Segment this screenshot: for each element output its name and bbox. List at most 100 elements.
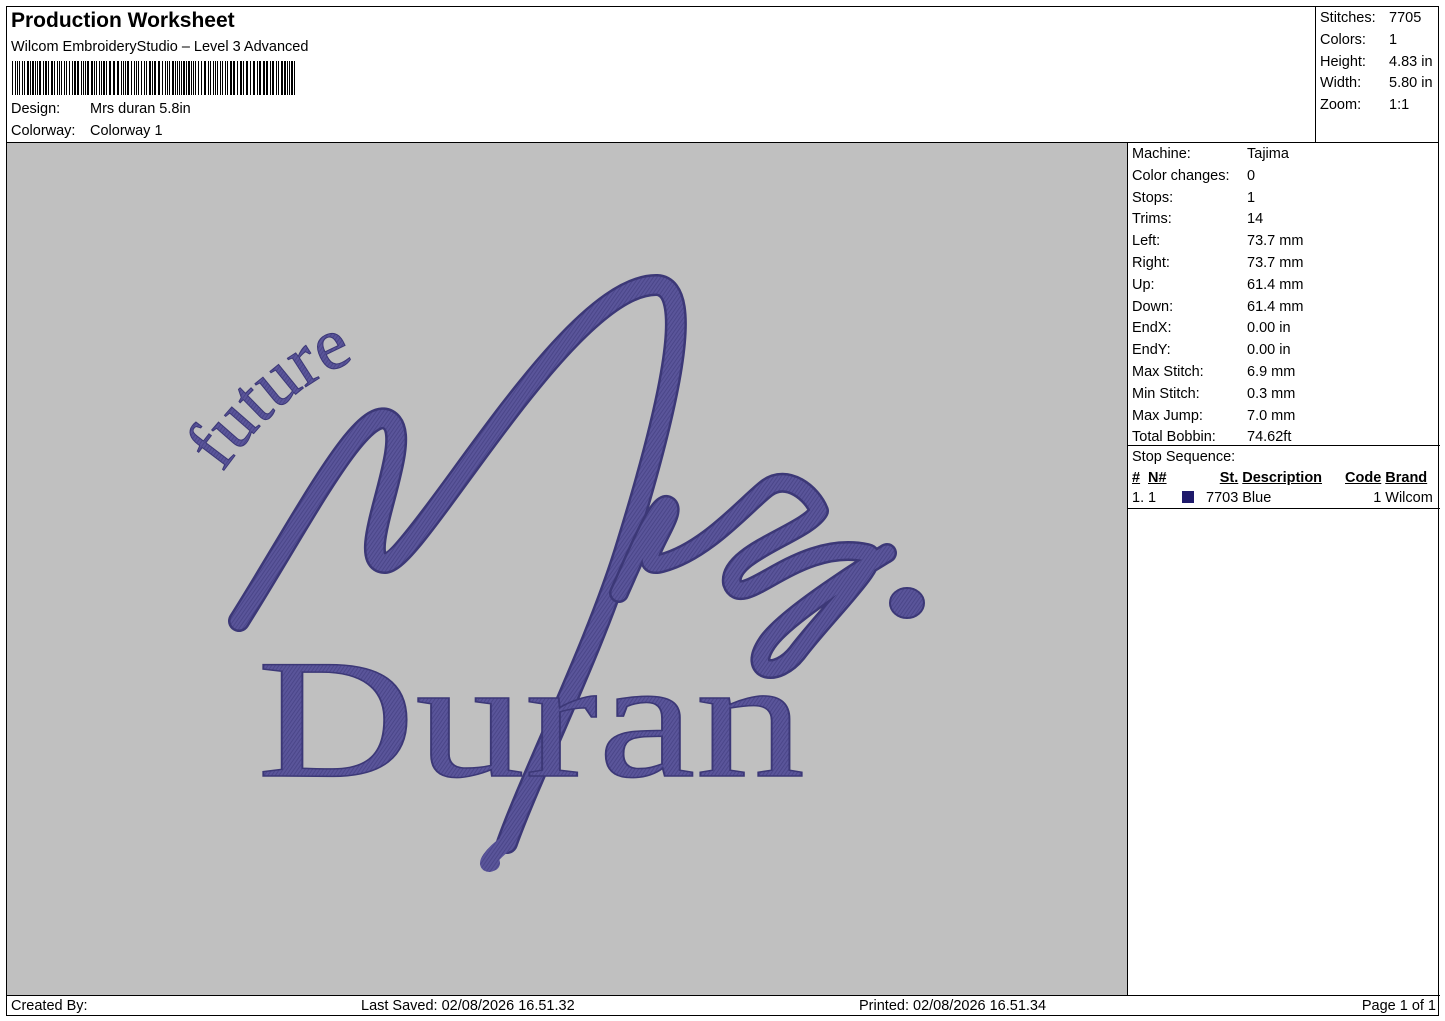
- info-value: 7.0 mm: [1247, 407, 1296, 424]
- stat-stitches: Stitches: 7705: [1316, 8, 1439, 30]
- barcode-bar: [144, 61, 145, 95]
- barcode-bar: [215, 61, 216, 95]
- barcode-bar: [39, 61, 41, 95]
- stat-label: Stitches:: [1320, 10, 1376, 26]
- info-label: Down:: [1132, 298, 1174, 315]
- barcode-bar: [61, 61, 62, 95]
- barcode-bar: [188, 61, 190, 95]
- printed-date: Printed: 02/08/2026 16.51.34: [859, 998, 1047, 1014]
- barcode-bar: [253, 61, 255, 95]
- barcode-bar: [123, 61, 124, 95]
- barcode-bar: [149, 61, 151, 95]
- barcode-bar: [167, 61, 168, 95]
- barcode-bar: [294, 61, 295, 95]
- barcode-bar: [233, 61, 235, 95]
- embroidery-artwork: future Duran: [170, 273, 925, 872]
- barcode-bar: [77, 61, 79, 95]
- stat-colors: Colors: 1: [1316, 30, 1439, 52]
- stat-value: 4.83 in: [1389, 53, 1433, 70]
- stat-label: Width:: [1320, 75, 1362, 92]
- barcode-bar: [141, 61, 142, 95]
- info-value: 61.4 mm: [1247, 298, 1304, 315]
- created-by: Created By:: [11, 998, 88, 1014]
- barcode-bar: [45, 61, 47, 95]
- barcode-bar: [17, 61, 18, 95]
- info-machine: Machine: Tajima: [1128, 144, 1440, 166]
- barcode-bar: [127, 61, 129, 95]
- script-stroke-m-tail: [480, 835, 515, 872]
- col-header-brand: Brand: [1385, 469, 1428, 486]
- info-endx: EndX: 0.00 in: [1128, 318, 1440, 340]
- barcode-image: [12, 61, 300, 95]
- info-value: 73.7 mm: [1247, 233, 1304, 250]
- barcode-bar: [48, 61, 49, 95]
- production-worksheet: Production Worksheet Wilcom EmbroiderySt…: [6, 6, 1440, 1016]
- barcode-bar: [204, 61, 206, 95]
- barcode-bar: [183, 61, 185, 95]
- stop-sequence: Stop Sequence: # N# St. Description Code…: [1128, 446, 1440, 509]
- barcode-bar: [99, 61, 100, 95]
- barcode-bar: [134, 61, 135, 95]
- info-label: Stops:: [1132, 189, 1174, 206]
- col-header-description: Description: [1242, 469, 1323, 486]
- barcode-bar: [227, 61, 228, 95]
- stat-label: Colors:: [1320, 31, 1366, 48]
- cell-n: 1: [1148, 490, 1157, 506]
- info-value: 0.00 in: [1247, 342, 1291, 359]
- colorway-value: Colorway 1: [90, 123, 163, 139]
- barcode-bar: [54, 61, 55, 95]
- table-row: 1. 1 7703 Blue 1 Wilcom: [1128, 488, 1440, 508]
- cell-n-with-swatch: 1: [1148, 488, 1206, 508]
- barcode-bar: [278, 61, 279, 95]
- barcode-bar: [220, 61, 221, 95]
- barcode-bar: [162, 61, 163, 95]
- barcode-bar: [96, 61, 97, 95]
- info-label: EndY:: [1132, 342, 1171, 359]
- stat-value: 5.80 in: [1389, 75, 1433, 92]
- barcode-bar: [69, 61, 70, 95]
- barcode-bar: [37, 61, 38, 95]
- info-label: Machine:: [1132, 146, 1191, 162]
- barcode-bar: [72, 61, 73, 95]
- barcode-bar: [191, 61, 192, 95]
- barcode-bar: [169, 61, 170, 95]
- software-name: Wilcom EmbroideryStudio – Level 3 Advanc…: [11, 39, 309, 55]
- barcode-bar: [22, 61, 23, 95]
- barcode-bar: [59, 61, 60, 95]
- info-value: 6.9 mm: [1247, 363, 1296, 380]
- stop-sequence-header-row: # N# St. Description Code Brand: [1128, 467, 1440, 488]
- info-label: Up:: [1132, 276, 1155, 293]
- barcode-bar: [201, 61, 202, 95]
- barcode-bar: [193, 61, 194, 95]
- stop-sequence-table: # N# St. Description Code Brand 1. 1 770…: [1128, 467, 1440, 508]
- barcode-bar: [85, 61, 86, 95]
- barcode-bar: [101, 61, 102, 95]
- info-label: Max Jump:: [1132, 407, 1203, 424]
- barcode-bar: [287, 61, 288, 95]
- cell-num: 1.: [1132, 490, 1145, 506]
- worksheet-footer: Created By: Last Saved: 02/08/2026 16.51…: [7, 995, 1440, 1016]
- info-value: Tajima: [1247, 146, 1289, 162]
- barcode-bar: [230, 61, 232, 95]
- info-value: 0.3 mm: [1247, 385, 1296, 402]
- info-label: Trims:: [1132, 211, 1172, 228]
- design-preview: future Duran: [7, 143, 1128, 995]
- barcode-bar: [158, 61, 160, 95]
- info-value: 73.7 mm: [1247, 254, 1304, 271]
- cell-brand: Wilcom: [1385, 490, 1433, 506]
- script-period-dot: [889, 587, 925, 619]
- barcode-bar: [66, 61, 67, 95]
- stat-label: Zoom:: [1320, 97, 1362, 114]
- barcode-bar: [208, 61, 209, 95]
- col-header-st: St.: [1219, 469, 1239, 486]
- barcode-bar: [106, 61, 107, 95]
- info-min-stitch: Min Stitch: 0.3 mm: [1128, 384, 1440, 406]
- barcode-bar: [109, 61, 111, 95]
- barcode-bar: [175, 61, 176, 95]
- barcode-bar: [243, 61, 244, 95]
- barcode-bar: [177, 61, 178, 95]
- barcode-bar: [237, 61, 238, 95]
- barcode-bar: [94, 61, 95, 95]
- barcode-bar: [250, 61, 251, 95]
- barcode-bar: [165, 61, 166, 95]
